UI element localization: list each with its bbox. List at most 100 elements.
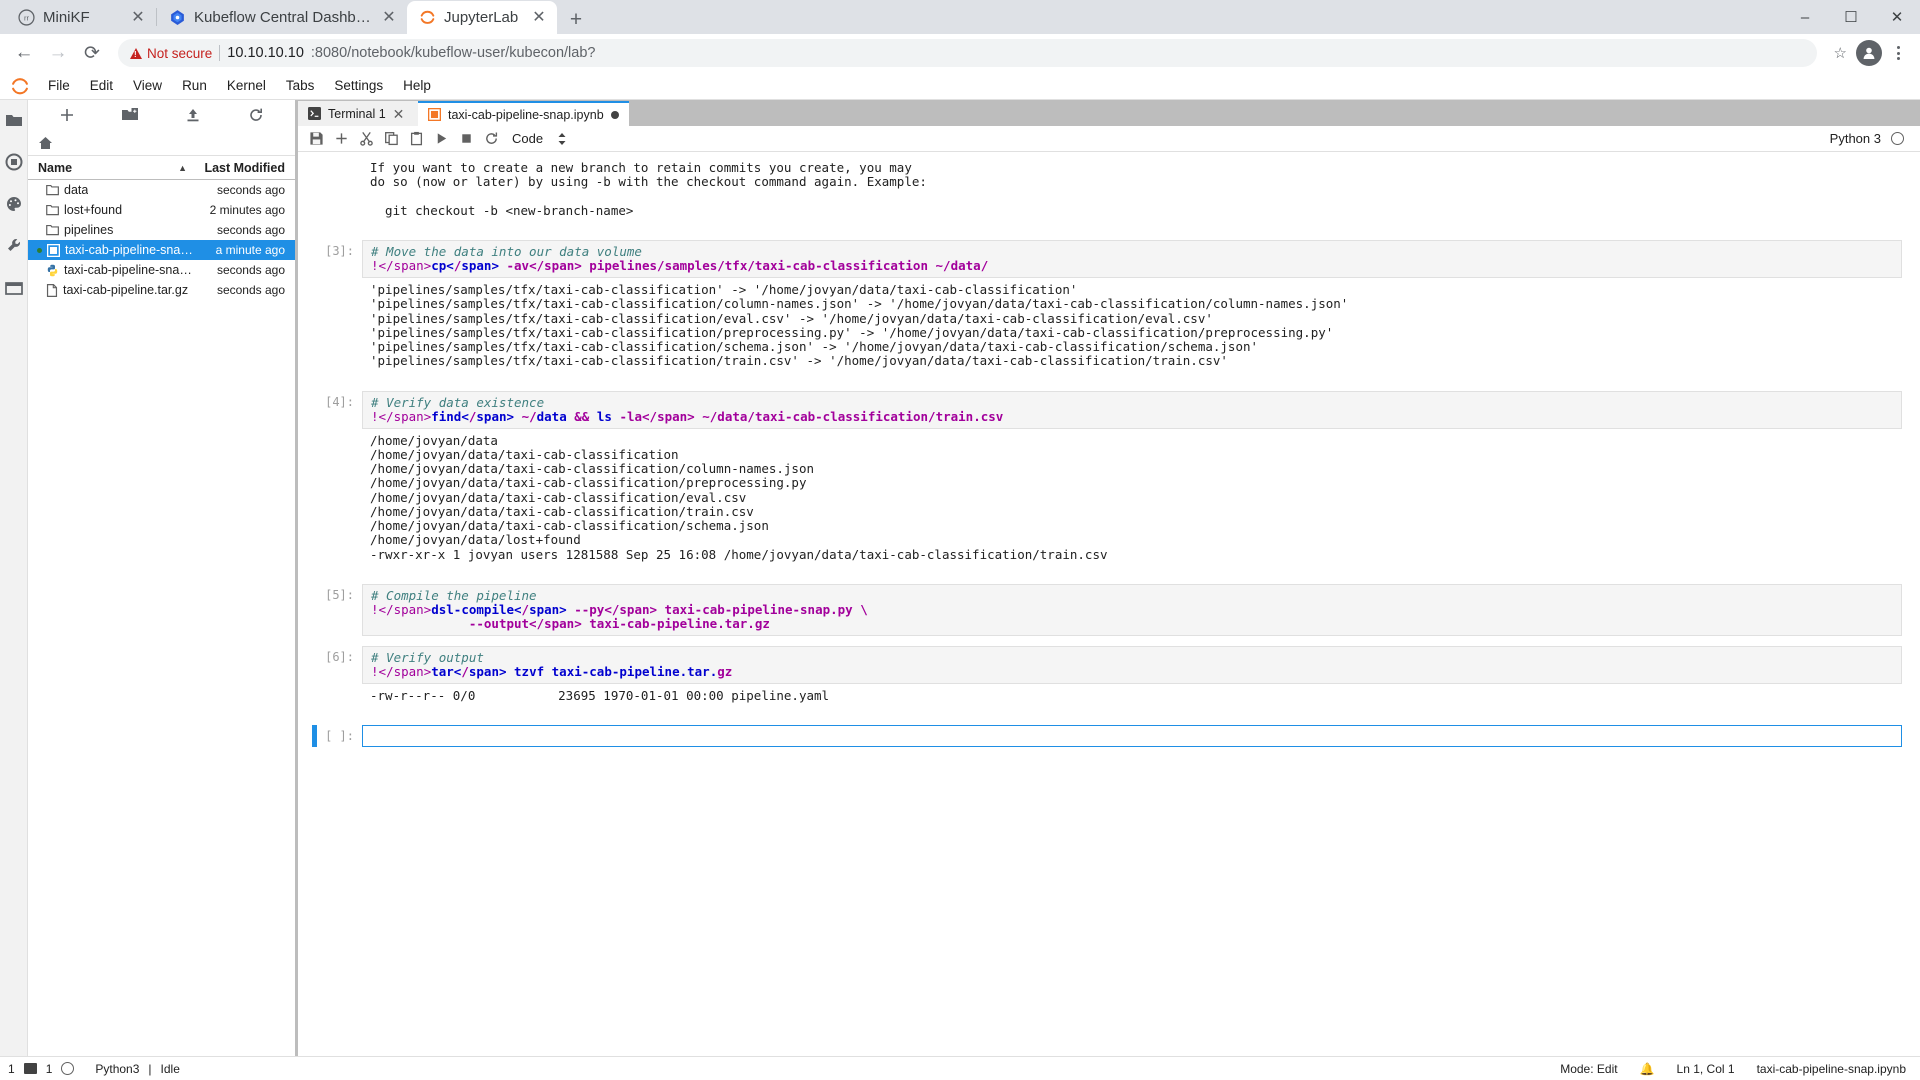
browser-tab-title: JupyterLab bbox=[444, 9, 519, 26]
kernel-state-separator: | bbox=[148, 1061, 152, 1076]
interrupt-kernel-button[interactable] bbox=[454, 127, 479, 151]
cell-body: # Verify data existence !</span>find</sp… bbox=[362, 390, 1902, 574]
main-dock-area: Terminal 1 ✕ taxi-cab-pipeline-snap.ipyn… bbox=[296, 100, 1920, 1056]
copy-cell-button[interactable] bbox=[379, 127, 404, 151]
dock-tab-notebook[interactable]: taxi-cab-pipeline-snap.ipynb bbox=[418, 101, 629, 126]
jupyter-logo-icon bbox=[6, 74, 34, 98]
cell-body: # Compile the pipeline !</span>dsl-compi… bbox=[362, 583, 1902, 636]
minikf-icon: rr bbox=[18, 9, 35, 26]
notebook-cell[interactable]: [6]: # Verify output !</span>tar</span> t… bbox=[298, 645, 1902, 715]
browser-tab-minikf[interactable]: rr MiniKF ✕ bbox=[6, 1, 156, 34]
cell-output: If you want to create a new branch to re… bbox=[370, 160, 927, 218]
menu-tabs[interactable]: Tabs bbox=[276, 74, 325, 97]
column-header-name[interactable]: Name ▲ bbox=[28, 161, 195, 175]
forward-icon[interactable]: → bbox=[42, 37, 74, 69]
restart-kernel-button[interactable] bbox=[479, 127, 504, 151]
address-bar[interactable]: Not secure 10.10.10.10:8080/notebook/kub… bbox=[118, 39, 1817, 67]
dock-tab-label: Terminal 1 bbox=[328, 106, 386, 121]
browser-menu-button[interactable] bbox=[1884, 46, 1912, 60]
activity-bar bbox=[0, 100, 28, 1056]
paste-cell-button[interactable] bbox=[404, 127, 429, 151]
menu-settings[interactable]: Settings bbox=[324, 74, 393, 97]
reload-icon[interactable]: ⟳ bbox=[76, 37, 108, 69]
cell-type-dropdown[interactable]: Code bbox=[512, 131, 567, 147]
jupyter-body: Name ▲ Last Modified data seconds ago lost… bbox=[0, 100, 1920, 1056]
notebook-cell[interactable]: If you want to create a new branch to re… bbox=[298, 156, 1902, 230]
menu-kernel[interactable]: Kernel bbox=[217, 74, 276, 97]
window-minimize-button[interactable]: – bbox=[1782, 0, 1828, 34]
cut-cell-button[interactable] bbox=[354, 127, 379, 151]
svg-text:rr: rr bbox=[24, 14, 29, 23]
new-launcher-button[interactable] bbox=[36, 103, 99, 127]
running-terminals-icon[interactable] bbox=[4, 152, 24, 172]
unsaved-changes-indicator bbox=[610, 110, 619, 119]
insert-cell-button[interactable] bbox=[329, 127, 354, 151]
sort-ascending-icon: ▲ bbox=[178, 162, 187, 173]
code-input[interactable]: # Move the data into our data volume !</… bbox=[362, 240, 1902, 278]
notification-bell-icon[interactable]: 🔔 bbox=[1640, 1062, 1655, 1076]
notebook-scroll-area[interactable]: If you want to create a new branch to re… bbox=[298, 152, 1920, 1056]
close-icon[interactable]: ✕ bbox=[531, 9, 547, 26]
not-secure-indicator[interactable]: Not secure bbox=[130, 46, 212, 61]
menu-edit[interactable]: Edit bbox=[80, 74, 123, 97]
status-bar-right: Mode: Edit 🔔 Ln 1, Col 1 taxi-cab-pipeli… bbox=[1560, 1062, 1912, 1076]
notebook-cell[interactable]: [5]: # Compile the pipeline !</span>dsl-c… bbox=[298, 583, 1902, 636]
file-list: data seconds ago lost+found 2 minutes ago pi… bbox=[28, 180, 295, 1056]
file-list-item[interactable]: lost+found 2 minutes ago bbox=[28, 200, 295, 220]
kernel-indicator[interactable]: Python 3 bbox=[1830, 131, 1914, 146]
code-input[interactable]: # Verify output !</span>tar</span> tzvf … bbox=[362, 645, 1902, 684]
run-cell-button[interactable] bbox=[429, 127, 454, 151]
file-name-cell: taxi-cab-pipeline-snap.ip... bbox=[28, 243, 195, 257]
browser-tab-title: Kubeflow Central Dashboard bbox=[194, 9, 373, 26]
upload-button[interactable] bbox=[162, 103, 225, 127]
code-input-empty[interactable] bbox=[362, 725, 1902, 747]
status-bar: 1 1 Python3 | Idle Mode: Edit 🔔 Ln 1, Co… bbox=[0, 1056, 1920, 1080]
menu-run[interactable]: Run bbox=[172, 74, 217, 97]
kubeflow-icon bbox=[171, 10, 184, 25]
menu-view[interactable]: View bbox=[123, 74, 172, 97]
cursor-position[interactable]: Ln 1, Col 1 bbox=[1677, 1062, 1735, 1076]
notebook-cell[interactable]: [4]: # Verify data existence !</span>find… bbox=[298, 390, 1902, 574]
file-browser-icon[interactable] bbox=[4, 110, 24, 130]
profile-avatar[interactable] bbox=[1856, 40, 1882, 66]
file-list-item[interactable]: data seconds ago bbox=[28, 180, 295, 200]
code-input[interactable]: # Compile the pipeline !</span>dsl-compi… bbox=[362, 583, 1902, 636]
window-close-button[interactable]: ✕ bbox=[1874, 0, 1920, 34]
column-header-modified[interactable]: Last Modified bbox=[195, 161, 295, 175]
kernel-name-label: Python 3 bbox=[1829, 131, 1881, 146]
dock-tab-terminal-1[interactable]: Terminal 1 ✕ bbox=[298, 101, 418, 126]
browser-tab-kubeflow[interactable]: Kubeflow Central Dashboard ✕ bbox=[157, 1, 407, 34]
notebook-cell[interactable]: [3]: # Move the data into our data volume… bbox=[298, 240, 1902, 381]
extension-manager-icon[interactable] bbox=[4, 236, 24, 256]
browser-toolbar: ← → ⟳ Not secure 10.10.10.10:8080/notebo… bbox=[0, 34, 1920, 72]
close-icon[interactable]: ✕ bbox=[130, 9, 146, 26]
file-list-item[interactable]: pipelines seconds ago bbox=[28, 220, 295, 240]
file-name-cell: taxi-cab-pipeline-snap.py bbox=[28, 263, 195, 277]
menu-help[interactable]: Help bbox=[393, 74, 441, 97]
new-tab-button[interactable]: + bbox=[561, 6, 591, 34]
open-tabs-icon[interactable] bbox=[4, 278, 24, 298]
menu-file[interactable]: File bbox=[38, 74, 80, 97]
breadcrumb[interactable] bbox=[28, 130, 295, 156]
terminal-icon[interactable] bbox=[23, 1063, 37, 1074]
close-icon[interactable]: ✕ bbox=[381, 9, 397, 26]
save-button[interactable] bbox=[304, 127, 329, 151]
home-icon[interactable] bbox=[38, 136, 53, 150]
file-list-item[interactable]: taxi-cab-pipeline-snap.ip... a minute ago bbox=[28, 240, 295, 260]
file-browser-header: Name ▲ Last Modified bbox=[28, 156, 295, 180]
file-list-item[interactable]: taxi-cab-pipeline.tar.gz seconds ago bbox=[28, 280, 295, 300]
browser-tab-jupyterlab[interactable]: JupyterLab ✕ bbox=[407, 1, 557, 34]
close-icon[interactable]: ✕ bbox=[393, 107, 405, 121]
window-maximize-button[interactable]: ☐ bbox=[1828, 0, 1874, 34]
bookmark-star-icon[interactable]: ☆ bbox=[1827, 44, 1854, 62]
notebook-cell-active[interactable]: [ ]: bbox=[298, 725, 1902, 747]
code-input[interactable]: # Verify data existence !</span>find</sp… bbox=[362, 390, 1902, 429]
file-browser-panel: Name ▲ Last Modified data seconds ago lost… bbox=[28, 100, 296, 1056]
refresh-button[interactable] bbox=[224, 103, 287, 127]
back-icon[interactable]: ← bbox=[8, 37, 40, 69]
new-folder-button[interactable] bbox=[99, 103, 162, 127]
file-list-item[interactable]: taxi-cab-pipeline-snap.py seconds ago bbox=[28, 260, 295, 280]
kernel-session-icon[interactable] bbox=[61, 1062, 75, 1075]
cell-output: /home/jovyan/data /home/jovyan/data/taxi… bbox=[370, 432, 1108, 562]
commands-palette-icon[interactable] bbox=[4, 194, 24, 214]
